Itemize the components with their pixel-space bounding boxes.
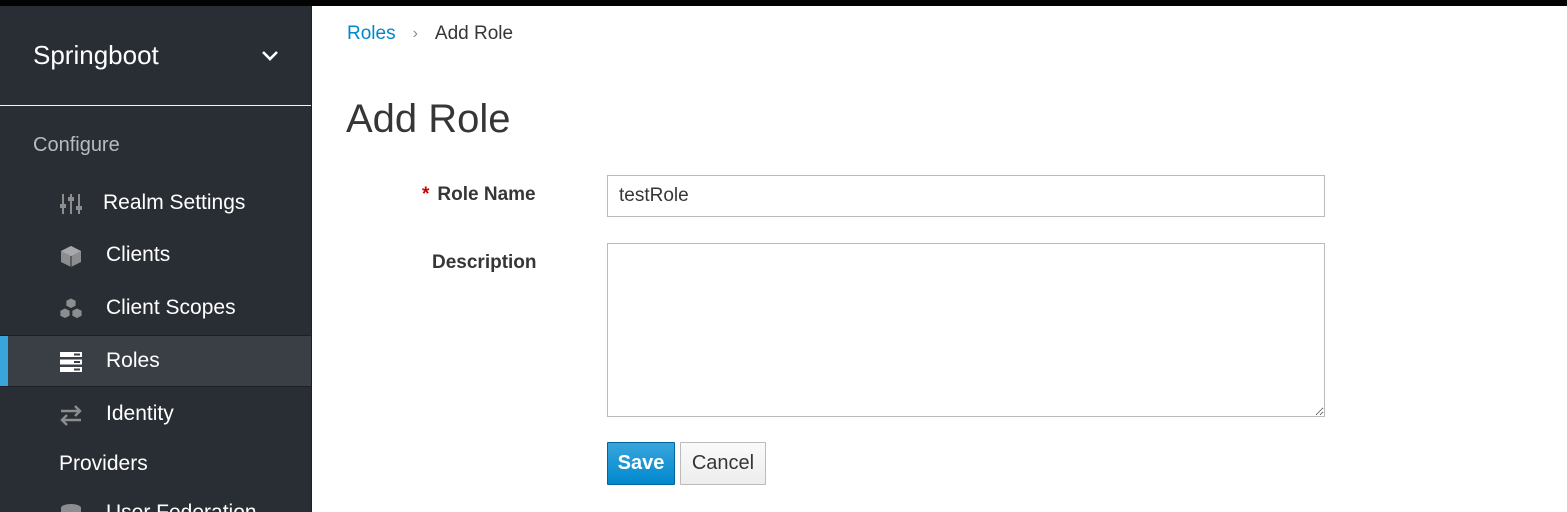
exchange-icon (60, 405, 82, 426)
breadcrumb: Roles › Add Role (347, 23, 513, 45)
cube-icon (61, 246, 81, 267)
cancel-button[interactable]: Cancel (680, 442, 766, 485)
server-icon (60, 352, 82, 372)
sidebar-item-user-federation[interactable]: User Federation (106, 501, 257, 512)
page-title: Add Role (346, 97, 511, 141)
sidebar-item-roles[interactable]: Roles (0, 335, 311, 387)
chevron-down-icon (262, 51, 278, 61)
database-icon (61, 504, 81, 512)
sidebar-item-identity-providers[interactable]: Identity (0, 389, 311, 441)
realm-name: Springboot (33, 40, 159, 70)
sidebar-item-label: Clients (106, 243, 171, 266)
sidebar-item-realm-settings[interactable]: Realm Settings (0, 178, 311, 230)
sidebar-item-client-scopes[interactable]: Client Scopes (0, 283, 311, 335)
role-name-label: * Role Name (422, 184, 536, 206)
realm-selector[interactable]: Springboot (0, 6, 311, 106)
sliders-icon (60, 194, 82, 214)
breadcrumb-link-roles[interactable]: Roles (347, 23, 396, 45)
required-marker: * (422, 184, 430, 205)
description-textarea[interactable] (607, 243, 1325, 417)
section-label-configure: Configure (33, 134, 120, 156)
description-label: Description (432, 252, 537, 273)
sidebar-item-label: Identity (106, 402, 174, 425)
sidebar-item-label: Client Scopes (106, 296, 236, 319)
sidebar-item-clients[interactable]: Clients (0, 230, 311, 282)
cubes-icon (59, 297, 83, 319)
sidebar: Springboot Configure Realm Settings Clie… (0, 6, 312, 512)
role-name-input[interactable] (607, 175, 1325, 217)
sidebar-item-label: Realm Settings (103, 191, 246, 214)
main-content: Roles › Add Role Add Role * Role Name Des… (313, 6, 1567, 512)
save-button[interactable]: Save (607, 442, 675, 485)
breadcrumb-separator-icon: › (412, 25, 418, 42)
sidebar-item-label-continued: Providers (59, 452, 148, 475)
sidebar-item-label: Roles (106, 349, 160, 372)
role-name-label-text: Role Name (437, 184, 536, 205)
breadcrumb-current: Add Role (434, 23, 514, 44)
